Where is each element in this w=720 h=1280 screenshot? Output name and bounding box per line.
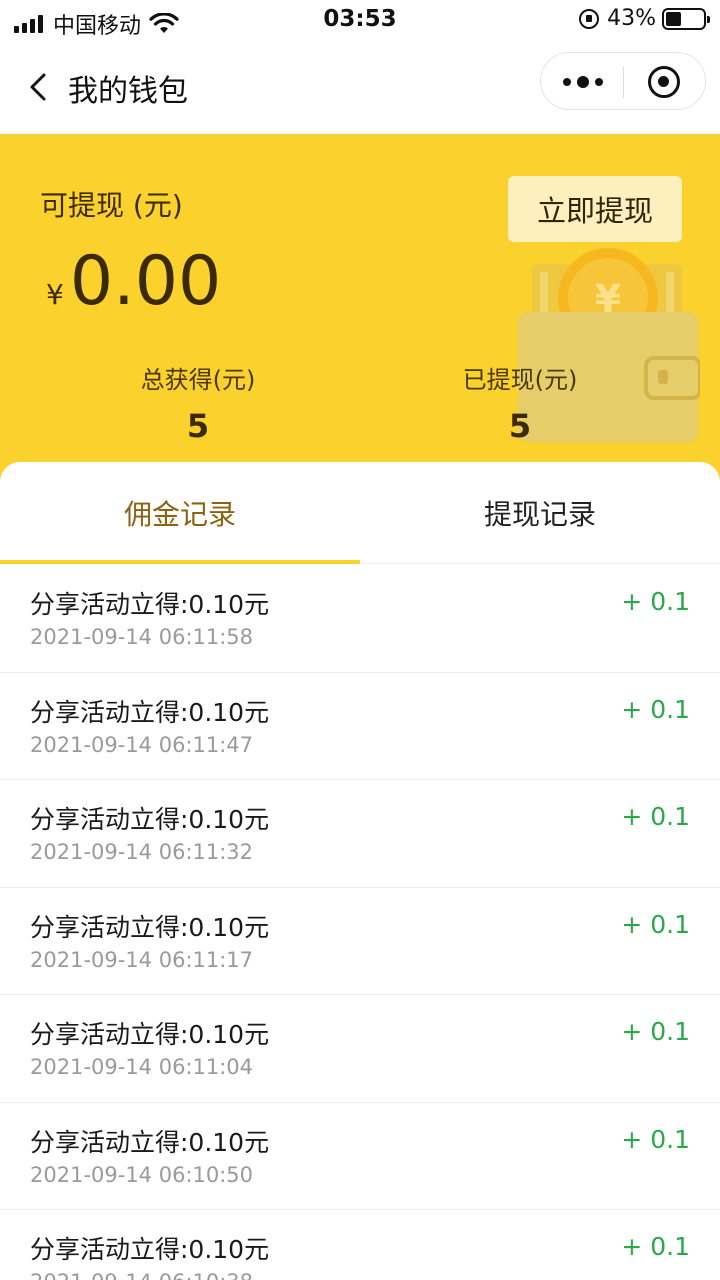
list-item[interactable]: 分享活动立得:0.10元 2021-09-14 06:11:58 + 0.1 — [0, 565, 720, 673]
withdraw-now-button[interactable]: 立即提现 — [508, 176, 682, 242]
record-time: 2021-09-14 06:10:50 — [30, 1162, 254, 1187]
record-time: 2021-09-14 06:11:58 — [30, 625, 254, 649]
wallet-card: 可提现 (元) ¥ 0.00 立即提现 ¥ 总获得(元) 5 已提现(元) 5 — [0, 134, 720, 480]
withdrawn-value: 5 — [508, 407, 532, 445]
list-item[interactable]: 分享活动立得:0.10元 2021-09-14 06:10:38 + 0.1 — [0, 1210, 720, 1280]
more-dots-icon[interactable] — [563, 70, 603, 94]
miniprogram-capsule — [540, 52, 706, 110]
record-title: 分享活动立得:0.10元 — [30, 1127, 270, 1157]
record-amount: + 0.1 — [621, 1232, 690, 1261]
record-title: 分享活动立得:0.10元 — [30, 697, 270, 727]
records-panel: 佣金记录 提现记录 分享活动立得:0.10元 2021-09-14 06:11:… — [0, 462, 720, 1280]
status-right: 43% — [579, 6, 710, 31]
record-title: 分享活动立得:0.10元 — [30, 912, 270, 942]
record-title: 分享活动立得:0.10元 — [30, 1020, 270, 1049]
record-amount: + 0.1 — [621, 802, 690, 831]
record-title: 分享活动立得:0.10元 — [30, 805, 270, 834]
capsule-divider — [623, 66, 624, 98]
record-amount: + 0.1 — [621, 587, 690, 616]
record-title: 分享活动立得:0.10元 — [30, 590, 270, 619]
balance-amount: 0.00 — [69, 242, 222, 321]
record-time: 2021-09-14 06:11:17 — [30, 947, 254, 972]
record-time: 2021-09-14 06:11:47 — [30, 732, 254, 757]
record-amount: + 0.1 — [621, 1017, 690, 1046]
target-circle-icon[interactable] — [648, 66, 680, 98]
record-title: 分享活动立得:0.10元 — [30, 1235, 270, 1264]
record-amount: + 0.1 — [621, 694, 690, 724]
battery-level — [666, 11, 681, 26]
currency-symbol: ¥ — [46, 278, 64, 311]
active-tab-indicator — [0, 560, 360, 564]
list-item[interactable]: 分享活动立得:0.10元 2021-09-14 06:10:50 + 0.1 — [0, 1103, 720, 1210]
nav-bar: 我的钱包 — [0, 40, 720, 134]
battery-icon — [662, 7, 710, 30]
record-time: 2021-09-14 06:11:32 — [30, 840, 254, 864]
withdrawn-stat: 已提现(元) 5 — [400, 360, 640, 445]
page-title: 我的钱包 — [68, 74, 188, 109]
record-tabs: 佣金记录 提现记录 — [0, 462, 720, 564]
status-bar: 中国移动 03:53 43% — [0, 0, 720, 40]
battery-percent: 43% — [607, 6, 656, 31]
withdrawn-label: 已提现(元) — [462, 366, 578, 394]
total-earned-label: 总获得(元) — [140, 366, 256, 394]
record-time: 2021-09-14 06:10:38 — [30, 1270, 253, 1280]
list-item[interactable]: 分享活动立得:0.10元 2021-09-14 06:11:47 + 0.1 — [0, 673, 720, 780]
tab-commission-records[interactable]: 佣金记录 — [0, 462, 360, 564]
withdrawable-label: 可提现 (元) — [40, 189, 183, 222]
tab-withdraw-records[interactable]: 提现记录 — [360, 462, 720, 564]
total-earned-stat: 总获得(元) 5 — [78, 360, 318, 445]
rotation-lock-icon — [579, 8, 600, 29]
list-item[interactable]: 分享活动立得:0.10元 2021-09-14 06:11:32 + 0.1 — [0, 780, 720, 888]
record-time: 2021-09-14 06:11:04 — [30, 1055, 254, 1079]
balance-display: ¥ 0.00 — [46, 242, 221, 321]
records-list: 分享活动立得:0.10元 2021-09-14 06:11:58 + 0.1 分… — [0, 565, 720, 1280]
list-item[interactable]: 分享活动立得:0.10元 2021-09-14 06:11:04 + 0.1 — [0, 995, 720, 1103]
record-amount: + 0.1 — [621, 1124, 690, 1154]
total-earned-value: 5 — [186, 407, 210, 445]
chevron-left-icon[interactable] — [24, 72, 54, 102]
list-item[interactable]: 分享活动立得:0.10元 2021-09-14 06:11:17 + 0.1 — [0, 888, 720, 995]
record-amount: + 0.1 — [621, 909, 690, 939]
